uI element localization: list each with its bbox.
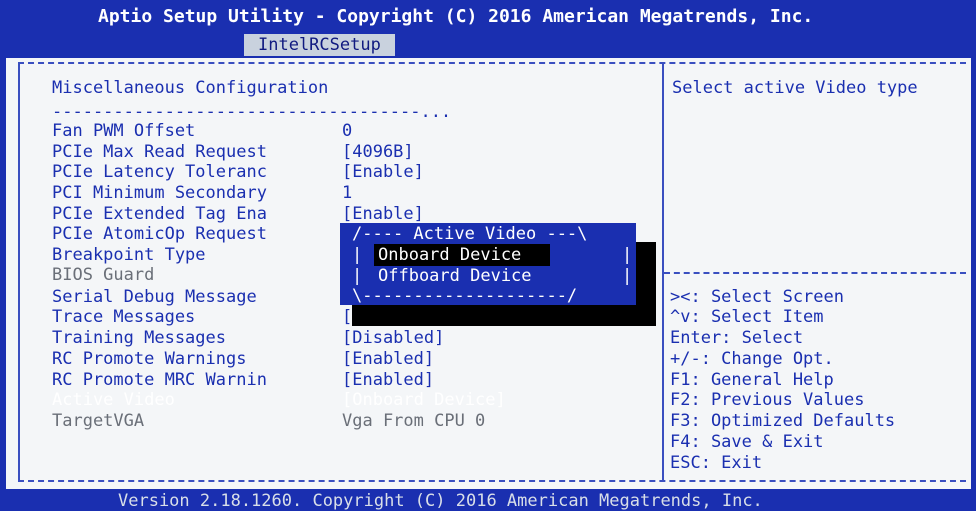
- setting-value-training-messages[interactable]: [Disabled]: [342, 328, 444, 348]
- help-divider: [664, 272, 966, 274]
- popup-right-edge: |: [622, 266, 633, 286]
- setting-value-pcie-latency-toleranc[interactable]: [Enable]: [342, 162, 424, 182]
- setting-label-bios-guard: BIOS Guard: [52, 265, 155, 285]
- help-key-exit: ESC: Exit: [670, 453, 763, 473]
- popup-title: /---- Active Video ---\: [352, 224, 588, 244]
- top-border: [18, 62, 966, 64]
- setting-label-pci-minimum-secondary: PCI Minimum Secondary: [52, 183, 267, 203]
- setting-label-rc-promote-warnings: RC Promote Warnings: [52, 349, 247, 369]
- setting-label-pcie-latency-toleranc: PCIe Latency Toleranc: [52, 162, 267, 182]
- setting-label-trace-messages: Trace Messages: [52, 307, 196, 327]
- footer-version: Version 2.18.1260. Copyright (C) 2016 Am…: [118, 491, 763, 511]
- setting-label-pcie-extended-tag: PCIe Extended Tag Ena: [52, 204, 267, 224]
- setting-label-pcie-max-read-request: PCIe Max Read Request: [52, 142, 267, 162]
- setting-value-active-video[interactable]: [Onboard Device]: [342, 390, 506, 410]
- setting-value-pci-minimum-secondary[interactable]: 1: [342, 183, 352, 203]
- setting-label-targetvga: TargetVGA: [52, 411, 145, 431]
- setting-value-pcie-extended-tag[interactable]: [Enable]: [342, 204, 424, 224]
- help-description: Select active Video type: [672, 78, 918, 98]
- tab-intelrcsetup[interactable]: IntelRCSetup: [244, 34, 395, 56]
- setting-value-rc-promote-warnings[interactable]: [Enabled]: [342, 349, 434, 369]
- setting-label-rc-promote-mrc-warnin: RC Promote MRC Warnin: [52, 370, 267, 390]
- setting-value-fan-pwm-offset[interactable]: 0: [342, 121, 352, 141]
- help-key-optimized-defaults: F3: Optimized Defaults: [670, 411, 896, 431]
- setting-label-serial-debug-message: Serial Debug Message: [52, 287, 257, 307]
- setting-value-rc-promote-mrc-warnin[interactable]: [Enabled]: [342, 370, 434, 390]
- popup-option-onboard-device[interactable]: Onboard Device: [378, 245, 521, 265]
- frame-left-border: [0, 0, 6, 511]
- setting-label-fan-pwm-offset: Fan PWM Offset: [52, 121, 196, 141]
- help-key-previous-values: F2: Previous Values: [670, 390, 865, 410]
- bottom-border: [18, 480, 966, 482]
- setting-label-training-messages: Training Messages: [52, 328, 226, 348]
- setting-value-targetvga: Vga From CPU 0: [342, 411, 486, 431]
- popup-option-offboard-device[interactable]: Offboard Device: [378, 266, 532, 286]
- popup-left-edge: |: [352, 245, 363, 265]
- setting-label-active-video: Active Video: [52, 390, 175, 410]
- frame-right-border: [971, 0, 976, 511]
- help-key-select-item: ^v: Select Item: [670, 307, 824, 327]
- section-rule: ------------------------------------...: [52, 102, 452, 122]
- help-key-change-opt: +/-: Change Opt.: [670, 349, 834, 369]
- section-title: Miscellaneous Configuration: [52, 78, 329, 98]
- popup-bottom: \--------------------/: [352, 286, 578, 306]
- setting-label-pcie-atomicop-request: PCIe AtomicOp Request: [52, 224, 267, 244]
- help-key-save-exit: F4: Save & Exit: [670, 432, 824, 452]
- popup-left-edge: |: [352, 266, 363, 286]
- popup-right-edge: |: [622, 245, 633, 265]
- app-title: Aptio Setup Utility - Copyright (C) 2016…: [98, 6, 814, 27]
- left-border: [18, 62, 20, 482]
- setting-label-breakpoint-type: Breakpoint Type: [52, 245, 206, 265]
- help-key-enter: Enter: Select: [670, 328, 804, 348]
- help-key-general-help: F1: General Help: [670, 370, 834, 390]
- help-key-select-screen: ><: Select Screen: [670, 287, 844, 307]
- setting-value-pcie-max-read-request[interactable]: [4096B]: [342, 142, 414, 162]
